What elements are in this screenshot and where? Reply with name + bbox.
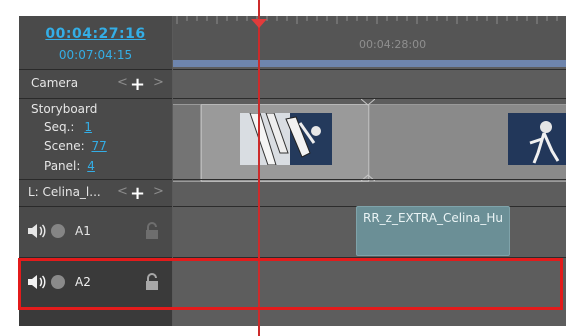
camera-next-button[interactable]: > <box>153 75 164 90</box>
separator <box>19 69 172 70</box>
storyboard-panel-clip[interactable] <box>369 104 566 182</box>
separator <box>19 206 172 207</box>
speaker-icon[interactable] <box>27 223 47 239</box>
separator <box>19 179 172 180</box>
layer-next-button[interactable]: > <box>153 184 164 199</box>
storyboard-panel-clip[interactable] <box>173 104 201 182</box>
layer-prev-button[interactable]: < <box>117 184 128 199</box>
separator <box>19 98 172 99</box>
ruler-timestamp: 00:04:28:00 <box>359 38 427 51</box>
camera-prev-button[interactable]: < <box>117 75 128 90</box>
panel-thumbnail-image <box>240 113 332 165</box>
camera-label: Camera <box>31 76 79 90</box>
separator <box>173 69 566 70</box>
scene-link[interactable]: 77 <box>91 139 106 153</box>
current-timecode[interactable]: 00:04:27:16 <box>19 26 172 42</box>
camera-add-button[interactable]: + <box>130 76 145 94</box>
playhead-handle-icon[interactable] <box>251 19 267 28</box>
time-ruler[interactable]: 00:04:28:00 <box>173 16 566 60</box>
panel-label: Panel: <box>44 159 81 173</box>
seq-link[interactable]: 1 <box>84 120 92 134</box>
panel-link[interactable]: 4 <box>87 159 95 173</box>
track-name-a1: A1 <box>75 224 91 238</box>
audio-clip[interactable]: RR_z_EXTRA_Celina_Hu <box>356 206 510 256</box>
panel-thumbnail-image <box>508 113 566 165</box>
audio-clip-name: RR_z_EXTRA_Celina_Hu <box>363 211 503 225</box>
solo-toggle-icon[interactable] <box>51 224 65 238</box>
layer-add-button[interactable]: + <box>130 185 145 203</box>
scene-label: Scene: <box>44 139 85 153</box>
lock-icon[interactable] <box>144 222 160 240</box>
total-duration: 00:07:04:15 <box>58 48 133 62</box>
storyboard-title: Storyboard <box>31 102 98 116</box>
scene-strip[interactable] <box>173 60 566 67</box>
panel-boundary-marker <box>361 99 375 106</box>
separator <box>173 179 566 180</box>
storyboard-panel-clip-selected[interactable] <box>201 104 369 182</box>
ruler-ticks <box>176 16 558 24</box>
layer-label[interactable]: L: Celina_l... <box>28 185 101 199</box>
seq-label: Seq.: <box>44 120 75 134</box>
selected-track-highlight <box>18 258 563 310</box>
